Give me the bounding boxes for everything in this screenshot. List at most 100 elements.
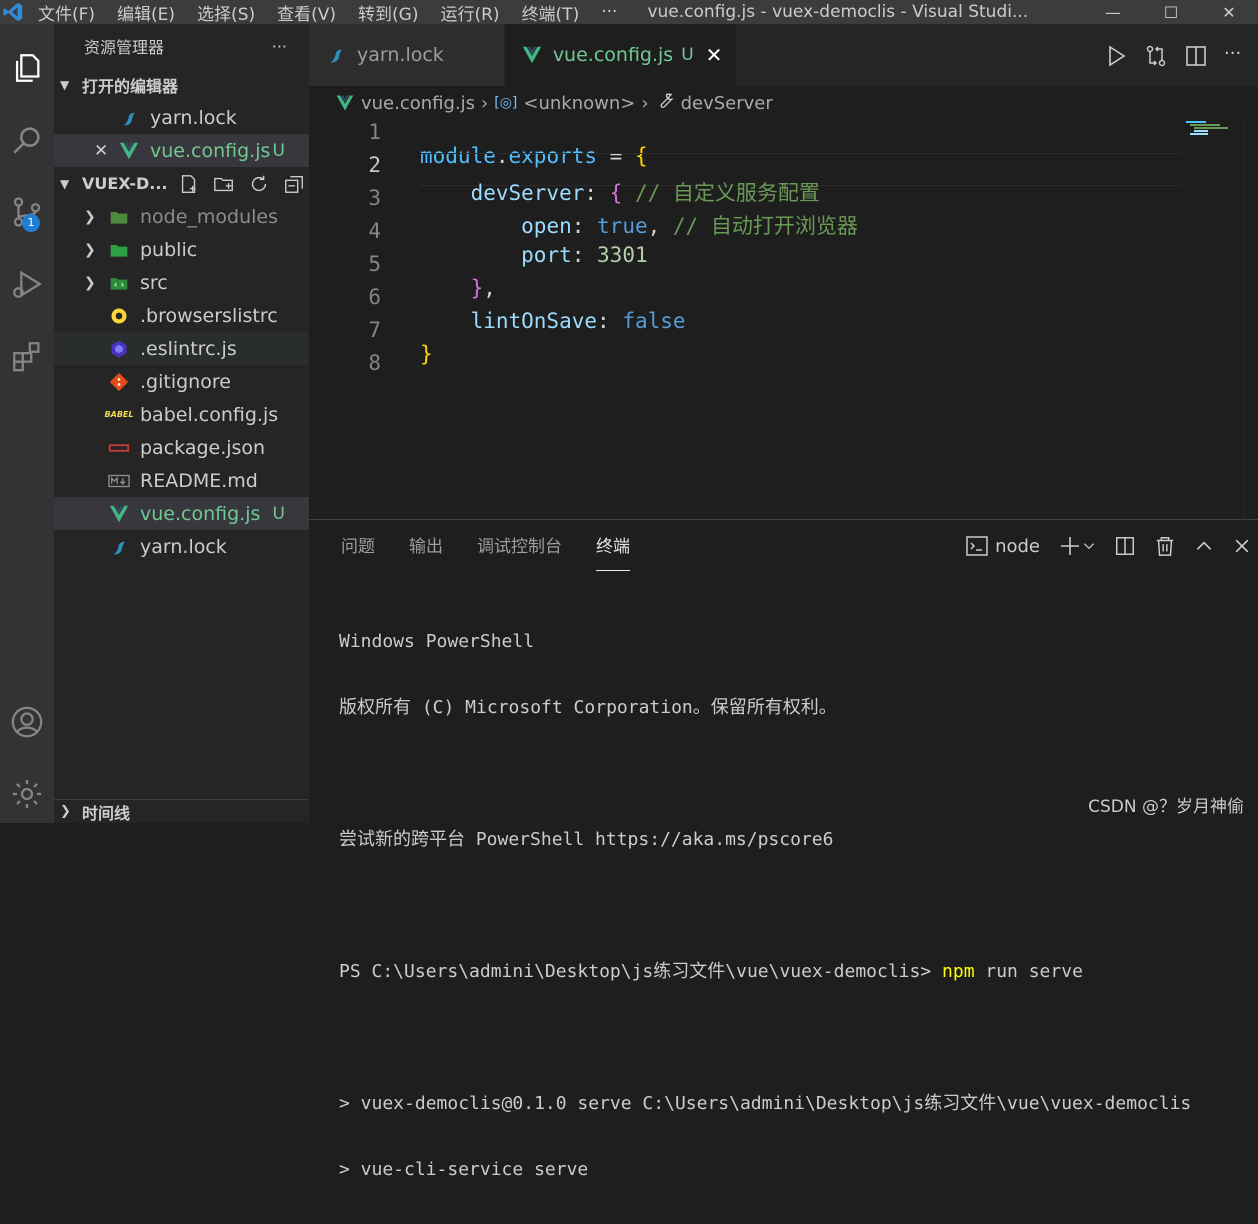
minimize-button[interactable]: — — [1084, 3, 1142, 22]
settings-gear-icon[interactable] — [0, 770, 54, 818]
file-row[interactable]: BABEL babel.config.js — [54, 398, 309, 431]
tab-problems[interactable]: 问题 — [341, 520, 375, 574]
maximize-button[interactable]: ☐ — [1142, 3, 1200, 22]
account-icon[interactable] — [0, 698, 54, 746]
node-folder-icon — [108, 206, 130, 228]
editor-more-icon[interactable]: ··· — [1224, 44, 1248, 68]
code-editor[interactable]: 1 module.exports = { 2 devServer: { // 自… — [309, 120, 1258, 384]
menu-go[interactable]: 转到(G) — [358, 0, 418, 25]
file-row-selected[interactable]: vue.config.js U — [54, 497, 309, 530]
breadcrumb-file[interactable]: vue.config.js — [361, 93, 475, 114]
chevron-right-icon: ❯ — [84, 241, 96, 258]
terminal-line: Windows PowerShell — [339, 631, 535, 652]
src-folder-icon — [108, 272, 130, 294]
menu-more-icon[interactable]: ··· — [601, 2, 617, 22]
open-editor-item[interactable]: yarn.lock — [54, 101, 309, 134]
tab-debug-console[interactable]: 调试控制台 — [477, 520, 562, 574]
minimap[interactable] — [1186, 120, 1246, 135]
file-row[interactable]: .gitignore — [54, 365, 309, 398]
terminal-output[interactable]: Windows PowerShell 版权所有 (C) Microsoft Co… — [339, 588, 1191, 1224]
close-window-button[interactable]: ✕ — [1200, 3, 1258, 22]
terminal-select[interactable]: node — [965, 534, 1040, 558]
split-editor-icon[interactable] — [1184, 44, 1208, 68]
file-name: README.md — [140, 469, 258, 492]
menu-run[interactable]: 运行(R) — [440, 0, 499, 25]
run-debug-icon[interactable] — [0, 260, 54, 308]
refresh-icon[interactable] — [248, 173, 270, 195]
close-icon[interactable]: ✕ — [94, 141, 118, 161]
file-row[interactable]: README.md — [54, 464, 309, 497]
terminal-name: node — [995, 535, 1040, 557]
folder-row[interactable]: ❯ src — [54, 266, 309, 299]
line-number: 6 — [368, 285, 381, 309]
menu-terminal[interactable]: 终端(T) — [522, 0, 580, 25]
file-name: package.json — [140, 436, 266, 459]
terminal-prompt-line: PS C:\Users\admini\Desktop\js练习文件\vue\vu… — [339, 960, 1191, 984]
vscode-logo-icon — [3, 2, 23, 22]
menu-selection[interactable]: 选择(S) — [197, 0, 255, 25]
search-icon[interactable] — [0, 116, 54, 164]
yarn-icon — [325, 44, 347, 66]
tab-yarn-lock[interactable]: yarn.lock — [309, 24, 505, 86]
close-panel-icon[interactable] — [1232, 536, 1252, 556]
maximize-panel-icon[interactable] — [1194, 536, 1214, 556]
new-folder-icon[interactable] — [213, 173, 235, 195]
file-row[interactable]: package.json — [54, 431, 309, 464]
menu-file[interactable]: 文件(F) — [38, 0, 95, 25]
file-row[interactable]: .eslintrc.js — [54, 332, 309, 365]
close-tab-icon[interactable]: ✕ — [706, 43, 723, 67]
explorer-title: 资源管理器 — [84, 38, 165, 57]
terminal-args: run serve — [974, 961, 1083, 982]
chevron-down-icon[interactable] — [1082, 539, 1096, 553]
source-control-badge: 1 — [22, 214, 40, 232]
trash-icon[interactable] — [1154, 535, 1176, 557]
tab-vue-config[interactable]: vue.config.js U ✕ — [504, 24, 738, 86]
file-name: vue.config.js — [140, 502, 261, 525]
tab-output[interactable]: 输出 — [409, 520, 443, 574]
breadcrumb-symbol[interactable]: <unknown> — [523, 93, 635, 114]
line-number: 2 — [368, 153, 381, 177]
line-number: 8 — [368, 351, 381, 375]
line-number: 3 — [368, 186, 381, 210]
source-control-icon[interactable]: 1 — [0, 188, 54, 236]
explorer-sidebar: 资源管理器 ··· ▼ 打开的编辑器 yarn.lock ✕ vue.confi… — [54, 24, 309, 823]
split-terminal-icon[interactable] — [1114, 535, 1136, 557]
new-terminal-icon[interactable] — [1058, 534, 1096, 558]
explorer-more-icon[interactable]: ··· — [272, 37, 287, 56]
open-editors-section[interactable]: ▼ 打开的编辑器 — [54, 68, 309, 101]
terminal-line: > vue-cli-service serve — [339, 1159, 589, 1180]
collapse-all-icon[interactable] — [283, 173, 305, 195]
file-row[interactable]: yarn.lock — [54, 530, 309, 563]
terminal-icon — [966, 536, 988, 556]
file-name: .browserslistrc — [140, 304, 278, 327]
explorer-icon[interactable] — [0, 44, 54, 92]
folder-name: node_modules — [140, 205, 279, 228]
terminal-line: 尝试新的跨平台 PowerShell https://aka.ms/pscore… — [339, 829, 834, 850]
vue-icon — [108, 503, 130, 525]
run-icon[interactable] — [1104, 44, 1128, 68]
folder-row[interactable]: ❯ node_modules — [54, 200, 309, 233]
tab-terminal[interactable]: 终端 — [596, 520, 630, 574]
editor-scrollbar[interactable] — [1244, 120, 1258, 519]
folder-row[interactable]: ❯ public — [54, 233, 309, 266]
project-section[interactable]: ▼ VUEX-D... — [54, 167, 309, 200]
browserslist-icon — [108, 305, 130, 327]
compare-changes-icon[interactable] — [1144, 44, 1168, 68]
open-editor-item-active[interactable]: ✕ vue.config.js U — [54, 134, 309, 167]
title-bar: 文件(F) 编辑(E) 选择(S) 查看(V) 转到(G) 运行(R) 终端(T… — [0, 0, 1258, 25]
menu-edit[interactable]: 编辑(E) — [117, 0, 175, 25]
window-title: vue.config.js - vuex-democlis - Visual S… — [647, 2, 1029, 22]
menu-view[interactable]: 查看(V) — [277, 0, 336, 25]
extensions-icon[interactable] — [0, 332, 54, 380]
tab-label: yarn.lock — [357, 44, 444, 66]
breadcrumb-property[interactable]: devServer — [681, 93, 773, 114]
open-editor-name: yarn.lock — [150, 106, 237, 129]
chevron-down-icon: ▼ — [60, 176, 70, 191]
file-row[interactable]: .browserslistrc — [54, 299, 309, 332]
folder-name: src — [140, 271, 168, 294]
editor-area: yarn.lock vue.config.js U ✕ ··· vue.conf… — [309, 24, 1258, 519]
untracked-badge: U — [681, 45, 694, 65]
timeline-section[interactable]: ❯ 时间线 — [54, 799, 309, 823]
new-file-icon[interactable] — [178, 173, 200, 195]
